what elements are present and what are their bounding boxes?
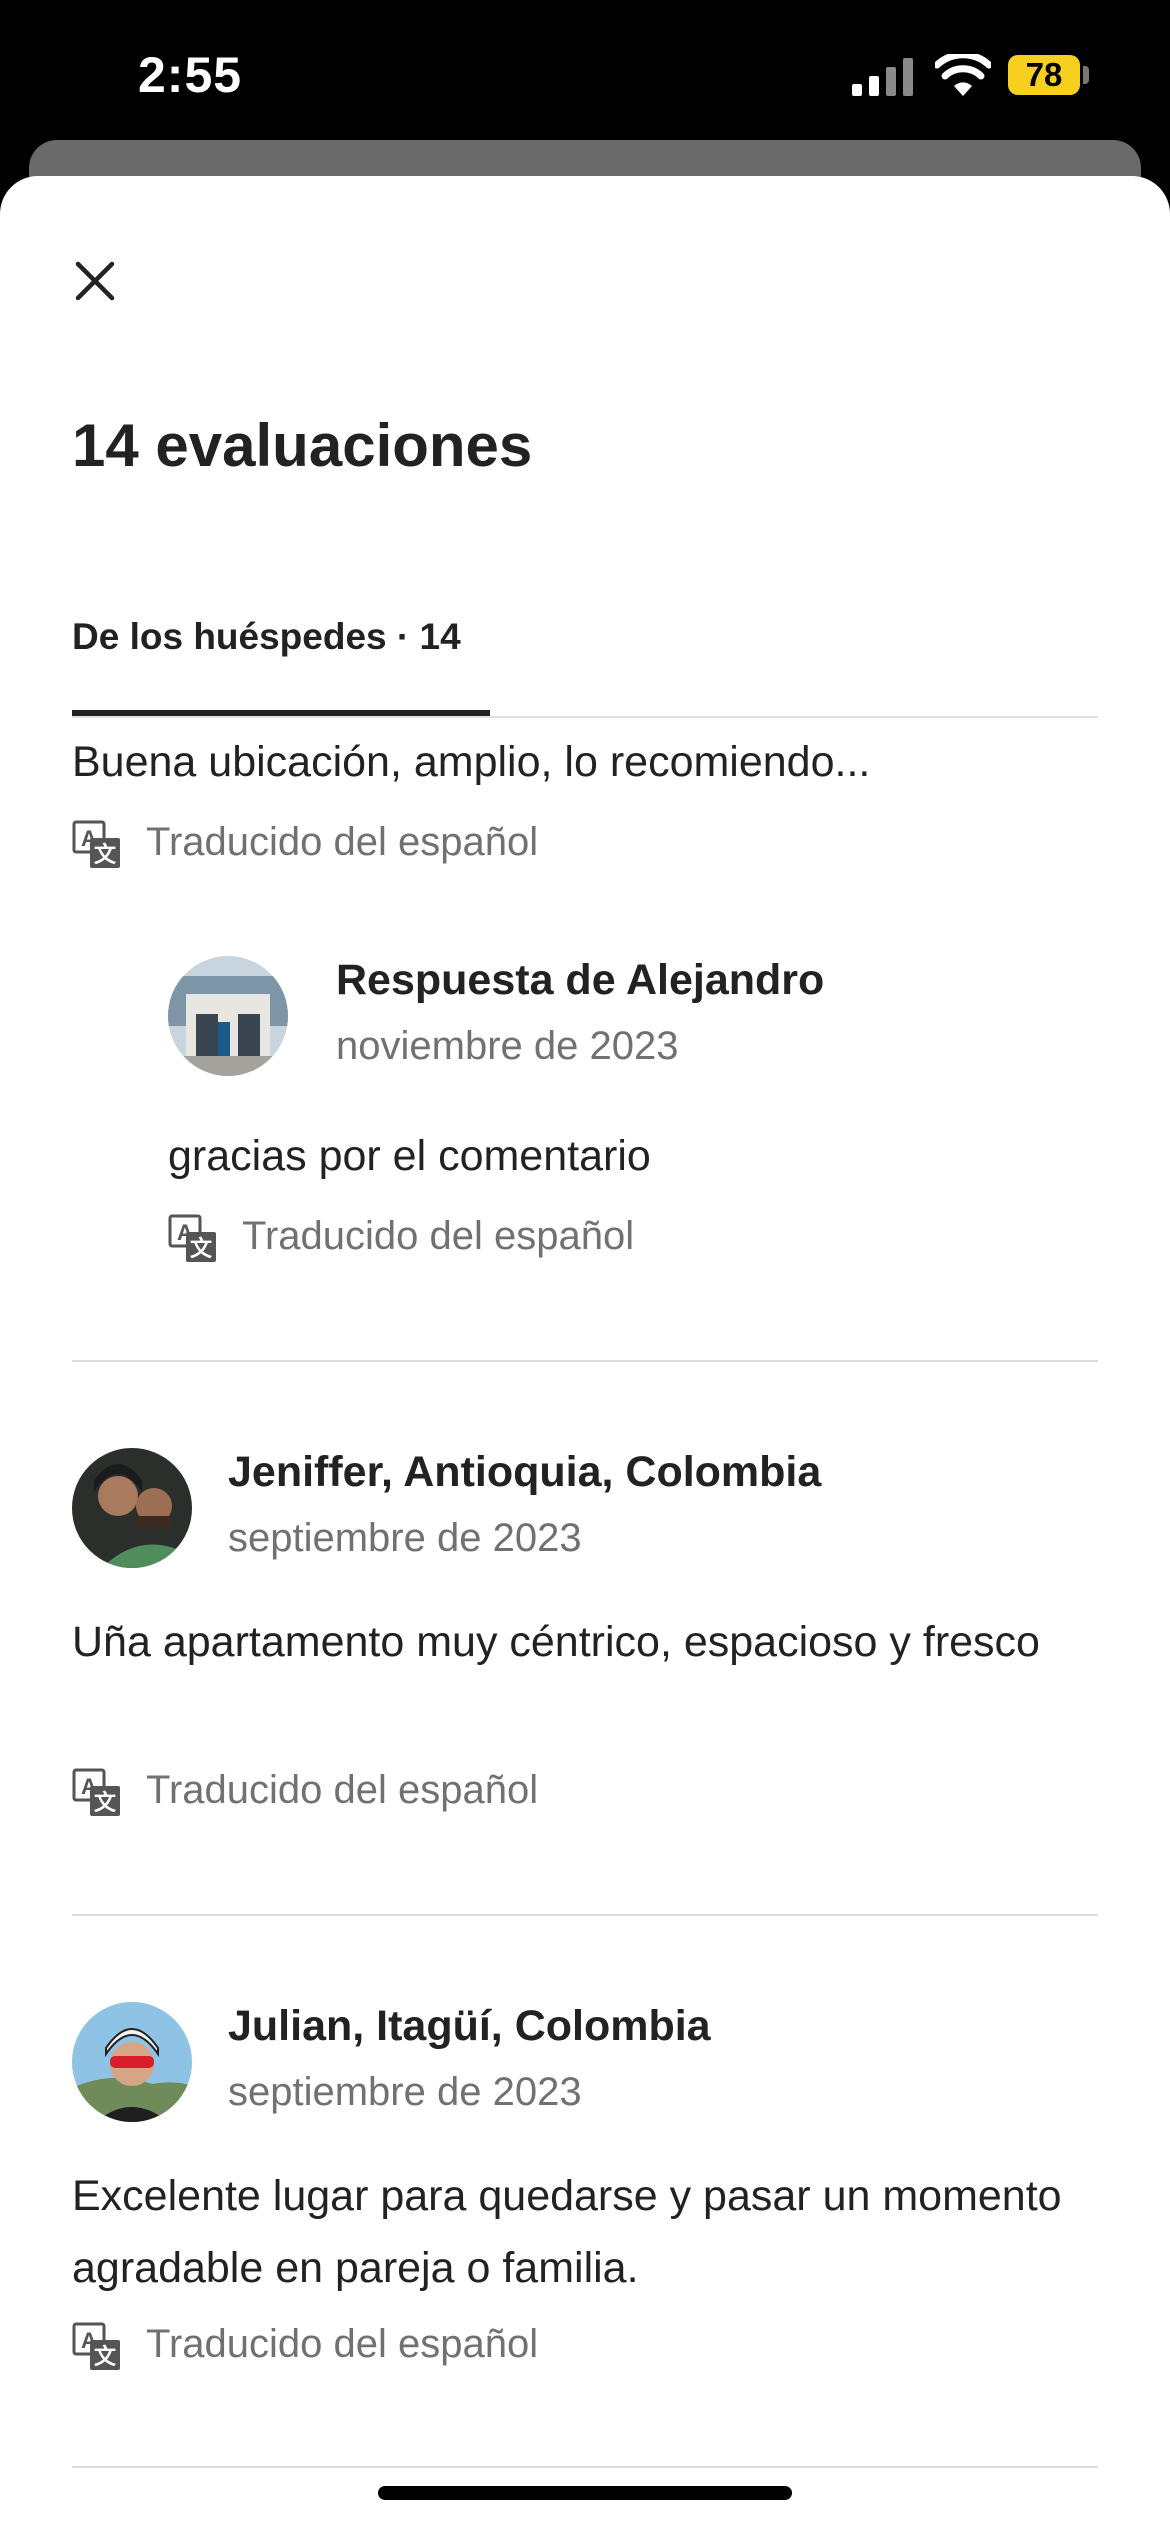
battery-level: 78 [1025, 56, 1063, 93]
status-bar: 2:55 78 [0, 0, 1170, 150]
tab-guests[interactable]: De los huéspedes · 14 [72, 616, 461, 658]
translated-label: Traducido del español [146, 820, 539, 864]
reviewer-photo [72, 1448, 192, 1568]
reviewer-name: Jeniffer, Antioquia, Colombia [228, 1448, 822, 1496]
cellular-signal-icon [852, 58, 913, 96]
review-divider [72, 1360, 1098, 1362]
translate-icon: A 文 [72, 820, 120, 868]
reviewer-photo [72, 2002, 192, 2122]
translated-note: A 文 Traducido del español [72, 816, 592, 868]
battery-icon: 78 [1008, 55, 1080, 95]
reviewer-name: Julian, Itagüí, Colombia [228, 2002, 711, 2050]
review-text: Buena ubicación, amplio, lo recomiendo..… [72, 738, 871, 786]
review-date: septiembre de 2023 [228, 2070, 582, 2114]
svg-text:文: 文 [94, 842, 117, 867]
reviews-sheet: 14 evaluaciones De los huéspedes · 14 Bu… [0, 176, 1170, 2532]
translated-note: A 文 Traducido del español [72, 2318, 592, 2370]
close-icon [75, 261, 115, 301]
review-date: septiembre de 2023 [228, 1516, 582, 1560]
host-response-date: noviembre de 2023 [336, 1024, 679, 1068]
home-indicator[interactable] [378, 2486, 792, 2500]
translated-note: A 文 Traducido del español [72, 1764, 592, 1816]
translated-note: A 文 Traducido del español [168, 1210, 688, 1262]
review-divider [72, 2466, 1098, 2468]
reviewer-avatar[interactable] [72, 1448, 192, 1568]
review-text: Uña apartamento muy céntrico, espacioso … [72, 1618, 1040, 1666]
review-divider [72, 1914, 1098, 1916]
svg-text:文: 文 [190, 1236, 213, 1261]
review-text: Excelente lugar para quedarse y pasar un… [72, 2172, 1062, 2292]
battery-cap [1083, 66, 1089, 84]
translated-label: Traducido del español [242, 1214, 635, 1258]
reviewer-avatar[interactable] [72, 2002, 192, 2122]
tab-divider [72, 716, 1098, 718]
svg-text:文: 文 [94, 1790, 117, 1815]
translated-label: Traducido del español [146, 1768, 539, 1812]
svg-text:文: 文 [94, 2344, 117, 2369]
status-time: 2:55 [138, 47, 243, 103]
translated-label: Traducido del español [146, 2322, 539, 2366]
host-photo [168, 956, 288, 1076]
wifi-icon [935, 54, 991, 96]
translate-icon: A 文 [168, 1214, 216, 1262]
close-button[interactable] [60, 246, 130, 316]
host-response-text: gracias por el comentario [168, 1132, 651, 1180]
translate-icon: A 文 [72, 1768, 120, 1816]
host-avatar [168, 956, 288, 1076]
translate-icon: A 文 [72, 2322, 120, 2370]
page-title: 14 evaluaciones [72, 412, 533, 479]
host-response-title: Respuesta de Alejandro [336, 956, 825, 1004]
